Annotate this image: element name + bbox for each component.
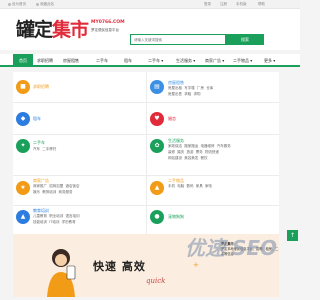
subcategory-link[interactable]: 网站建设 美容美发 餐饮 xyxy=(168,156,207,161)
subcategory-link[interactable]: 儿童教育 职业培训 语言培训 xyxy=(33,214,79,219)
set-homepage-link[interactable]: 设为首页 xyxy=(8,2,26,7)
building-icon[interactable]: ▤ xyxy=(150,80,164,94)
row-divider xyxy=(13,205,279,206)
back-to-top-button[interactable]: ↑ xyxy=(287,230,298,241)
store-icon[interactable]: ★ xyxy=(16,181,30,195)
subcategory-link[interactable]: 房屋出租 写字楼 厂房 仓库 xyxy=(168,86,213,91)
subcategory-link[interactable]: 娱乐 教育培训 商务服务 xyxy=(33,190,72,195)
login-link[interactable]: 登录 xyxy=(204,2,211,7)
nav-business-ads[interactable]: 商家广告 ▾ xyxy=(205,54,224,67)
site-slogan: 罗定便民信息平台 xyxy=(91,28,119,32)
row-divider xyxy=(13,134,279,135)
nav-used-car-menu[interactable]: 二手车 ▾ xyxy=(148,54,163,67)
category-title-used-car[interactable]: 二手车 xyxy=(33,140,45,146)
search-box xyxy=(130,34,226,45)
nav-jobs[interactable]: 求职招聘 xyxy=(37,54,53,67)
nav-car-rental[interactable]: 租车 xyxy=(124,54,132,67)
briefcase-icon[interactable]: ■ xyxy=(16,80,30,94)
category-panel: ■ 求职招聘 ▤ 房屋租售 房屋出租 写字楼 厂房 仓库 房屋出售 求租 求购 … xyxy=(13,72,279,297)
logo-text-1: 罐定 xyxy=(16,19,53,41)
wrench-icon[interactable]: ✦ xyxy=(16,139,30,153)
category-title-jobs[interactable]: 求职招聘 xyxy=(33,84,49,90)
person-illustration xyxy=(47,249,76,297)
nav-secondhand[interactable]: 二手物品 ▾ xyxy=(233,54,252,67)
gift-icon[interactable]: ▲ xyxy=(150,181,164,195)
top-bar: 设为首页 收藏此站 登录 注册 手机版 帮助 xyxy=(0,0,300,9)
subcategory-link[interactable]: 手机 电脑 数码 家具 家电 xyxy=(168,184,212,189)
site-logo[interactable]: 罐定集市 xyxy=(16,15,89,42)
register-link[interactable]: 注册 xyxy=(220,2,227,7)
search-input[interactable] xyxy=(131,35,225,44)
paw-icon[interactable]: ● xyxy=(150,210,164,224)
site-domain: MY0766.COM xyxy=(91,20,125,25)
category-title-car-rental[interactable]: 租车 xyxy=(33,116,41,122)
bookmark-link[interactable]: 收藏此站 xyxy=(36,2,54,7)
nav-housing[interactable]: 房屋租售 xyxy=(63,54,79,67)
column-divider xyxy=(146,72,147,237)
mobile-link[interactable]: 手机版 xyxy=(236,2,247,7)
nav-life-services[interactable]: 生活服务 ▾ xyxy=(176,54,195,67)
logo-text-2: 集市 xyxy=(52,19,89,41)
subcategory-link[interactable]: 家政保洁 搬家搬运 电器维修 汽车服务 xyxy=(168,144,231,149)
main-nav: 首页 求职招聘 房屋租售 二手车 租车 二手车 ▾ 生活服务 ▾ 商家广告 ▾ … xyxy=(0,54,300,67)
graduation-icon[interactable]: ▲ xyxy=(16,210,30,224)
banner-headline: 快速 高效 xyxy=(93,260,146,273)
star-icon xyxy=(36,2,39,6)
subcategory-link[interactable]: 技能培训 IT培训 学历教育 xyxy=(33,220,76,225)
heart-icon[interactable]: ♥ xyxy=(150,112,164,126)
subcategory-link[interactable]: 汽车 二手摩托 xyxy=(33,147,56,152)
category-title-dating[interactable]: 婚恋 xyxy=(168,116,176,122)
subcategory-link[interactable]: 房屋出售 求租 求购 xyxy=(168,92,200,97)
row-divider xyxy=(13,102,279,103)
home-icon xyxy=(8,2,11,6)
subcategory-link[interactable]: 商家推广 招商加盟 酒店饭店 xyxy=(33,184,79,189)
help-link[interactable]: 帮助 xyxy=(258,2,265,7)
header: 罐定集市 MY0766.COM 罗定便民信息平台 搜索 xyxy=(0,9,300,50)
nav-home[interactable]: 首页 xyxy=(13,54,33,67)
row-divider xyxy=(13,175,279,176)
nav-more[interactable]: 更多 ▾ xyxy=(264,54,275,67)
watermark-logo: 优速 SEO xyxy=(185,236,278,260)
search-button[interactable]: 搜索 xyxy=(226,34,264,45)
subcategory-link[interactable]: 装修 婚庆 旅游 票务 物流快递 xyxy=(168,150,219,155)
banner-quick-text: quick xyxy=(146,277,166,285)
car-icon[interactable]: ◆ xyxy=(16,112,30,126)
plus-icon: + xyxy=(193,261,199,269)
leaf-icon[interactable]: ✿ xyxy=(150,139,164,153)
category-title-pets[interactable]: 宠物狗狗 xyxy=(168,214,184,220)
nav-used-car[interactable]: 二手车 xyxy=(96,54,108,67)
